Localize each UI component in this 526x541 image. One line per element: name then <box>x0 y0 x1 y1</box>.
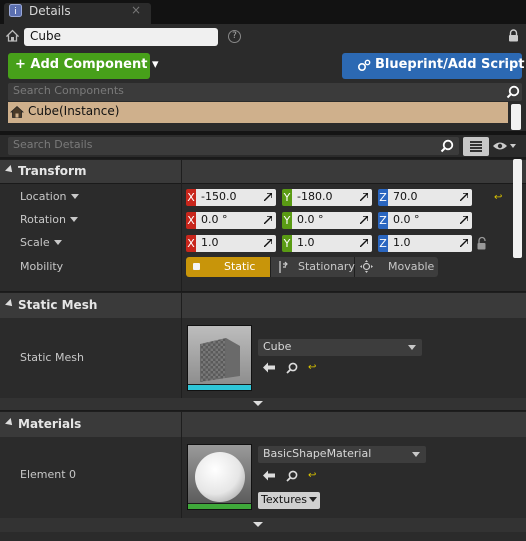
blueprint-gear-icon <box>357 59 371 72</box>
material-combo[interactable]: BasicShapeMaterial <box>258 446 426 463</box>
location-label[interactable]: Location <box>20 190 79 203</box>
axis-x-label: X <box>186 212 196 229</box>
svg-text:i: i <box>14 7 17 17</box>
movable-icon <box>360 260 373 273</box>
static-icon <box>193 263 200 270</box>
actor-icon <box>6 29 19 42</box>
reset-to-default-icon[interactable]: ↩ <box>308 362 316 373</box>
search-components-input[interactable]: Search Components <box>8 83 522 101</box>
drag-arrow-icon <box>264 239 272 247</box>
actor-component-icon <box>10 105 24 118</box>
drag-arrow-icon <box>460 193 468 201</box>
rotation-z-field[interactable]: 0.0 ° <box>388 212 472 229</box>
mobility-label: Mobility <box>20 260 64 273</box>
sphere-thumbnail-image <box>188 445 251 503</box>
material-thumbnail[interactable] <box>187 444 252 510</box>
drag-arrow-icon <box>360 216 368 224</box>
details-scrollbar[interactable] <box>513 159 522 258</box>
category-title: Transform <box>18 164 87 178</box>
scale-x-field[interactable]: 1.0 <box>196 235 276 252</box>
scale-z-field[interactable]: 1.0 <box>388 235 472 252</box>
axis-z-label: Z <box>378 212 388 229</box>
axis-x-label: X <box>186 235 196 252</box>
collapse-arrow-icon <box>5 299 15 309</box>
material-type-bar <box>188 504 251 509</box>
drag-arrow-icon <box>460 216 468 224</box>
drag-arrow-icon <box>264 216 272 224</box>
location-z-field[interactable]: 70.0 <box>388 189 472 206</box>
column-splitter[interactable] <box>181 159 182 291</box>
lock-icon[interactable] <box>508 29 519 42</box>
drag-arrow-icon <box>360 239 368 247</box>
column-splitter[interactable] <box>181 411 182 518</box>
location-x-field[interactable]: -150.0 <box>196 189 276 206</box>
search-details-input[interactable]: Search Details <box>8 137 459 155</box>
help-icon[interactable]: ? <box>228 30 241 43</box>
static-mesh-category[interactable]: Static Mesh <box>0 292 526 318</box>
collapse-arrow-icon <box>5 165 15 175</box>
use-selected-arrow-icon[interactable] <box>263 470 275 481</box>
reset-to-default-icon[interactable]: ↩ <box>308 470 316 481</box>
drag-arrow-icon <box>460 239 468 247</box>
tab-details[interactable] <box>4 3 151 24</box>
search-icon[interactable] <box>506 85 520 99</box>
tab-title: Details <box>29 4 71 18</box>
cube-thumbnail-image <box>188 326 251 384</box>
actor-name-input[interactable]: Cube <box>24 28 218 46</box>
drag-arrow-icon <box>264 193 272 201</box>
add-component-button[interactable]: + Add Component ▾ <box>8 53 158 79</box>
category-title: Static Mesh <box>18 298 98 312</box>
rotation-x-field[interactable]: 0.0 ° <box>196 212 276 229</box>
tab-close-icon[interactable]: × <box>131 3 141 17</box>
axis-x-label: X <box>186 189 196 206</box>
static-mesh-combo[interactable]: Cube <box>258 339 422 356</box>
component-instance-row[interactable]: Cube(Instance) <box>8 102 508 123</box>
collapse-arrow-icon <box>5 418 15 428</box>
mesh-type-bar <box>188 385 251 390</box>
browse-magnifier-icon[interactable] <box>286 362 298 374</box>
browse-magnifier-icon[interactable] <box>286 470 298 482</box>
scale-y-field[interactable]: 1.0 <box>292 235 372 252</box>
element-0-label: Element 0 <box>20 468 77 481</box>
expand-arrow-icon <box>253 401 263 406</box>
stationary-icon <box>279 261 288 273</box>
axis-y-label: Y <box>282 235 292 252</box>
lock-scale-icon[interactable] <box>476 236 490 250</box>
textures-dropdown-button[interactable]: Textures <box>258 492 320 509</box>
rotation-y-field[interactable]: 0.0 ° <box>292 212 372 229</box>
details-icon: i <box>9 4 22 17</box>
advanced-expander[interactable] <box>0 398 526 410</box>
category-title: Materials <box>18 417 82 431</box>
grid-icon <box>470 141 482 152</box>
expand-arrow-icon <box>253 522 263 527</box>
materials-category[interactable]: Materials <box>0 411 526 437</box>
view-options-eye-icon[interactable] <box>492 140 517 152</box>
scale-label[interactable]: Scale <box>20 236 62 249</box>
property-matrix-button[interactable] <box>463 137 489 156</box>
static-mesh-label: Static Mesh <box>20 351 84 364</box>
axis-z-label: Z <box>378 235 388 252</box>
column-splitter[interactable] <box>181 292 182 398</box>
use-selected-arrow-icon[interactable] <box>263 362 275 373</box>
transform-category[interactable]: Transform <box>0 159 526 183</box>
next-category-strip <box>0 532 526 541</box>
axis-z-label: Z <box>378 189 388 206</box>
axis-y-label: Y <box>282 189 292 206</box>
search-icon[interactable] <box>440 139 454 153</box>
rotation-label[interactable]: Rotation <box>20 213 79 226</box>
axis-y-label: Y <box>282 212 292 229</box>
drag-arrow-icon <box>360 193 368 201</box>
advanced-expander[interactable] <box>0 518 526 532</box>
components-scrollbar[interactable] <box>511 104 521 130</box>
static-mesh-thumbnail[interactable] <box>187 325 252 391</box>
reset-to-default-icon[interactable]: ↩ <box>494 192 502 203</box>
location-y-field[interactable]: -180.0 <box>292 189 372 206</box>
